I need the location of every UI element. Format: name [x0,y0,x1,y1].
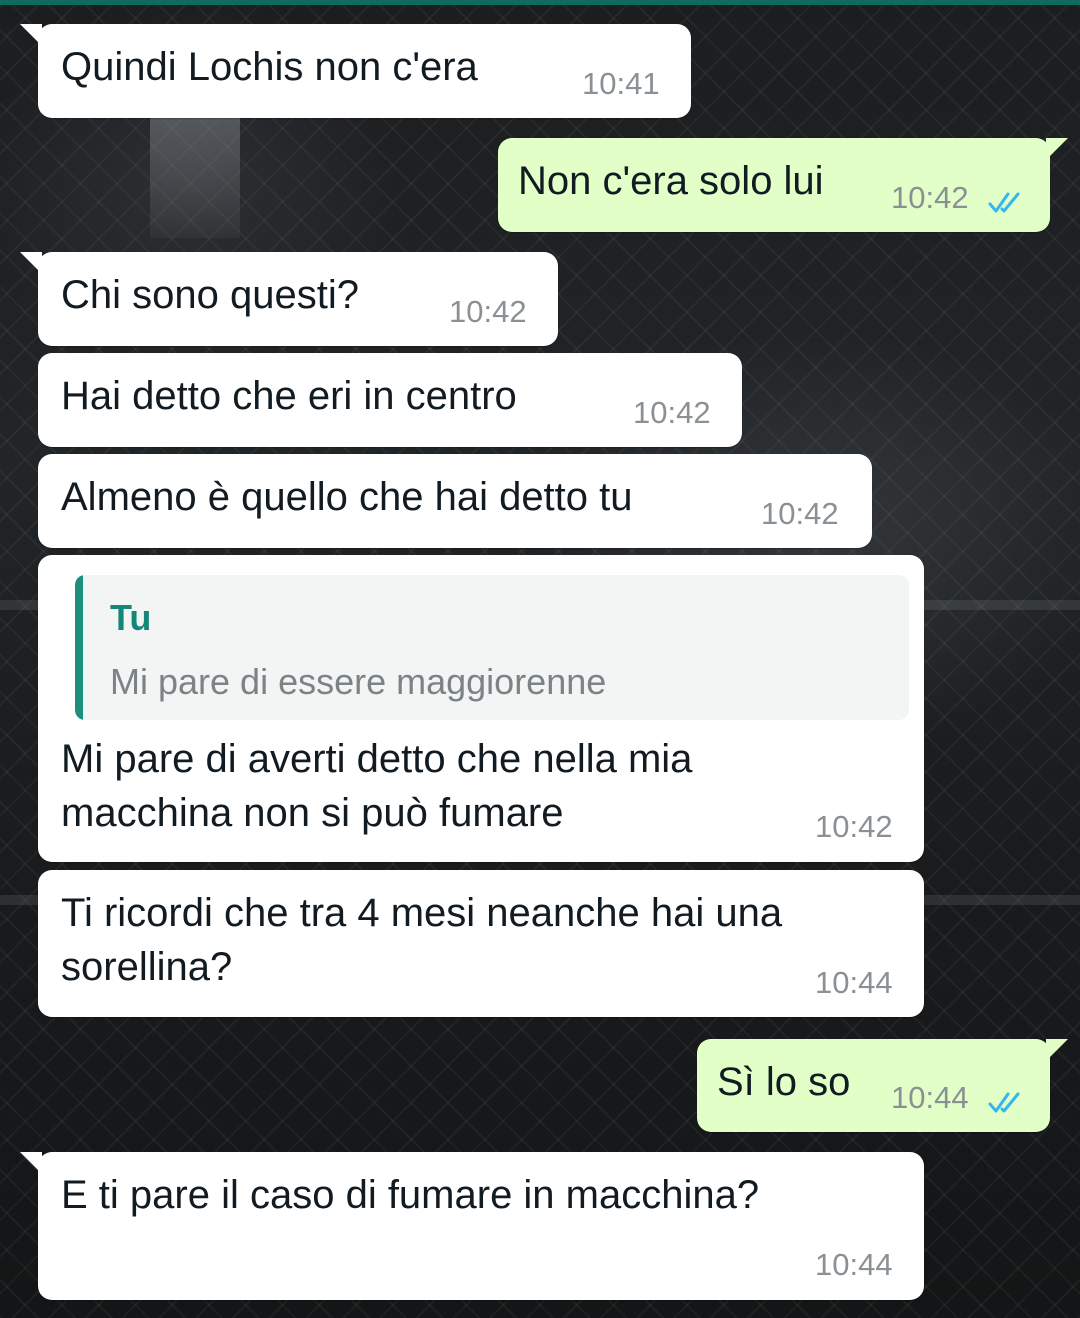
bubble-tail [1046,1039,1068,1061]
message-text-line: Mi pare di averti detto che nella mia [61,737,693,781]
message-bubble-incoming[interactable]: E ti pare il caso di fumare in macchina?… [20,1152,924,1300]
message-bubble-incoming[interactable]: Ti ricordi che tra 4 mesi neanche hai un… [38,870,924,1017]
message-text-line: Ti ricordi che tra 4 mesi neanche hai un… [61,891,783,935]
message-text: Quindi Lochis non c'era [61,45,478,89]
quote-author: Tu [110,597,152,638]
double-check-icon [988,192,1020,213]
message-bubble-incoming[interactable]: Hai detto che eri in centro 10:42 [38,353,742,447]
message-text: Sì lo so [717,1060,851,1104]
message-time: 10:44 [815,965,893,1000]
bubble-tail [20,1152,42,1174]
message-time: 10:44 [891,1080,969,1115]
message-text-line: macchina non si può fumare [61,791,564,835]
chat-area[interactable]: Quindi Lochis non c'era 10:41 Non c'era … [0,0,1080,1318]
quote-text: Mi pare di essere maggiorenne [110,661,607,702]
bubble-tail [20,24,42,46]
wallpaper-window [150,118,240,238]
bubble-tail [20,252,42,274]
message-bubble-outgoing[interactable]: Sì lo so 10:44 [697,1039,1068,1132]
header-strip [0,0,1080,5]
message-time: 10:42 [761,496,839,531]
message-time: 10:42 [815,809,893,844]
message-text: Almeno è quello che hai detto tu [61,475,633,519]
message-text: Hai detto che eri in centro [61,374,517,418]
message-bubble-outgoing[interactable]: Non c'era solo lui 10:42 [498,138,1068,232]
message-text: Non c'era solo lui [518,159,824,203]
message-bubble-incoming[interactable]: Almeno è quello che hai detto tu 10:42 [38,454,872,548]
message-time: 10:42 [891,180,969,215]
quoted-message[interactable]: Tu Mi pare di essere maggiorenne [75,575,909,720]
bubble-tail [1046,138,1068,160]
message-time: 10:42 [449,294,527,329]
double-check-icon [988,1092,1020,1113]
message-bubble-incoming[interactable]: Quindi Lochis non c'era 10:41 [20,24,691,118]
message-time: 10:44 [815,1247,893,1282]
quote-accent-bar [75,575,83,720]
message-time: 10:42 [633,395,711,430]
message-bubble-incoming[interactable]: Chi sono questi? 10:42 [20,252,558,346]
message-bubble-reply[interactable]: Tu Mi pare di essere maggiorenne Mi pare… [38,555,924,862]
message-time: 10:41 [582,66,660,101]
message-text: E ti pare il caso di fumare in macchina? [61,1173,760,1217]
message-text-line: sorellina? [61,945,233,989]
message-text: Chi sono questi? [61,273,359,317]
